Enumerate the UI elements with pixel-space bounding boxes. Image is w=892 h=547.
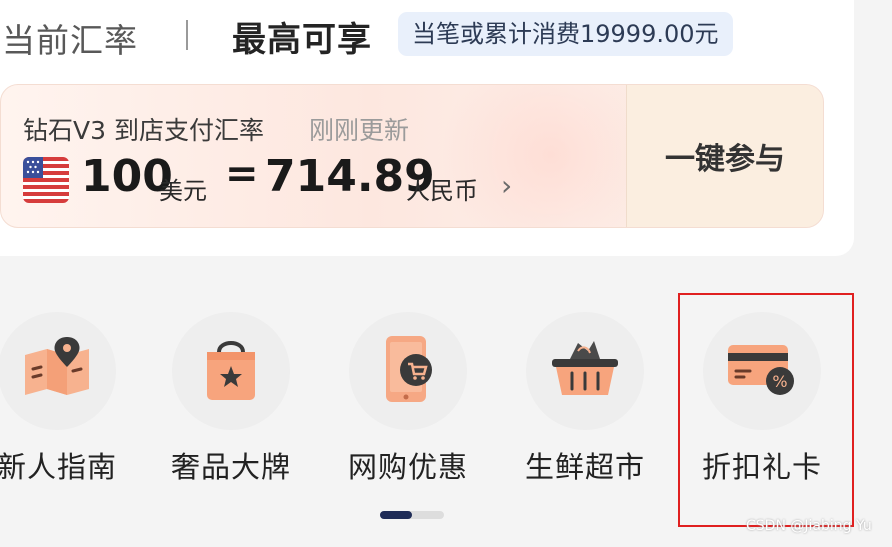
page-indicator: [380, 511, 444, 519]
shopping-bag-icon: [201, 336, 261, 406]
rate-title: 钻石V3 到店支付汇率: [23, 116, 264, 145]
header-separator: [186, 20, 188, 50]
guide-map-icon: [21, 337, 93, 405]
nav-item-fresh-supermarket[interactable]: 生鲜超市: [500, 312, 670, 484]
phone-cart-icon: [378, 334, 438, 408]
nav-icon-bg: [172, 312, 290, 430]
watermark: CSDN @Jiabing Yu: [746, 518, 872, 534]
nav-label: 网购优惠: [347, 450, 468, 484]
nav-icon-bg: [0, 312, 116, 430]
foreign-currency-unit: 美元: [159, 177, 207, 205]
rate-header: 当前汇率 最高可享 当笔或累计消费19999.00元: [0, 6, 892, 62]
equals-sign: =: [225, 151, 259, 197]
one-click-join-button[interactable]: 一键参与: [626, 85, 823, 227]
page-indicator-active: [380, 511, 412, 519]
max-rate-label: 最高可享: [232, 20, 372, 60]
nav-item-online-deals[interactable]: 网购优惠: [323, 312, 493, 484]
rate-card[interactable]: 钻石V3 到店支付汇率 刚刚更新 100 美元 = 714.89 人民币 › 一…: [0, 84, 824, 228]
nav-label: 生鲜超市: [524, 450, 645, 484]
spending-condition-badge: 当笔或累计消费19999.00元: [398, 12, 733, 56]
exchange-rate-panel: 当前汇率 最高可享 当笔或累计消费19999.00元 钻石V3 到店支付汇率 刚…: [0, 0, 854, 256]
nav-item-newbie-guide[interactable]: 新人指南: [0, 312, 142, 484]
nav-item-luxury-brands[interactable]: 奢品大牌: [146, 312, 316, 484]
highlight-annotation-box: [678, 293, 854, 527]
rmb-currency-unit: 人民币: [406, 177, 478, 205]
nav-icon-bg: [349, 312, 467, 430]
basket-icon: [548, 339, 622, 403]
nav-label: 新人指南: [0, 450, 117, 484]
chevron-right-icon[interactable]: ›: [501, 169, 512, 202]
nav-icon-bg: [526, 312, 644, 430]
us-flag-icon: [23, 157, 69, 203]
nav-label: 奢品大牌: [170, 450, 291, 484]
rate-updated-status: 刚刚更新: [309, 116, 410, 145]
current-rate-label: 当前汇率: [2, 21, 138, 60]
